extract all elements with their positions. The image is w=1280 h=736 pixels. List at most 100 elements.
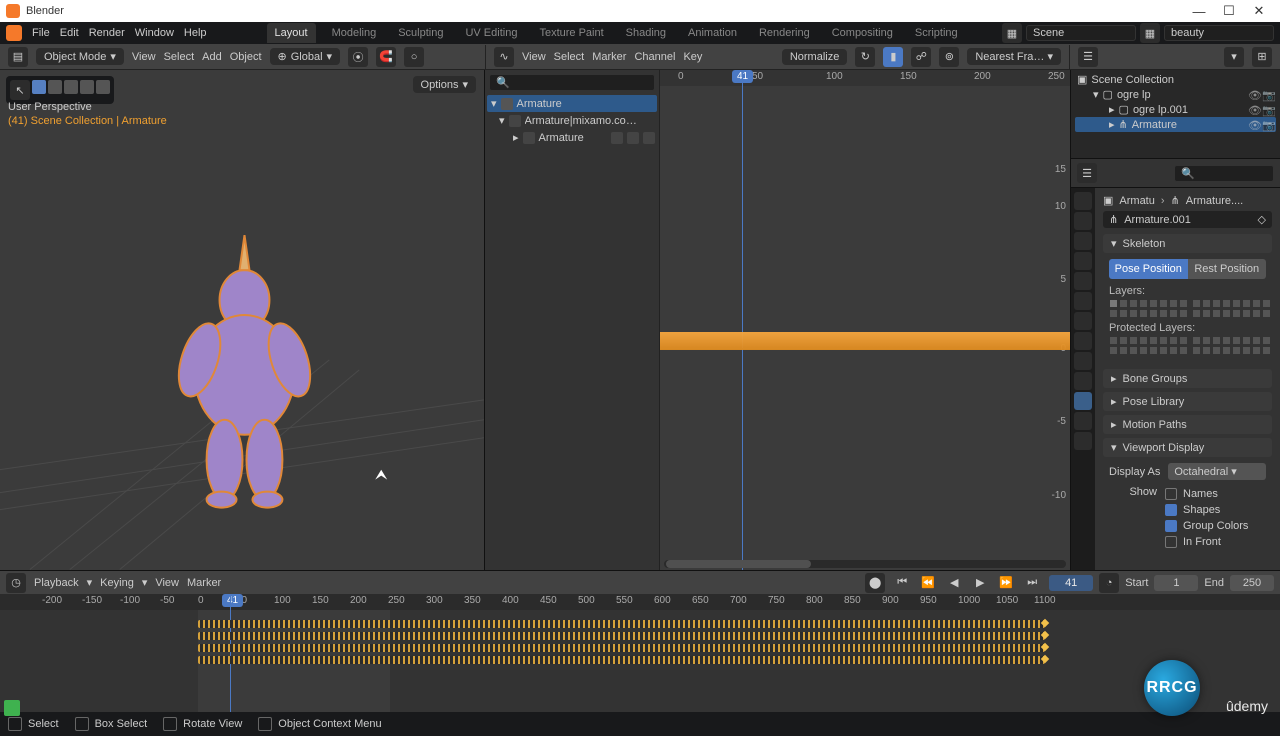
skeleton-panel-header[interactable]: ▾ Skeleton [1103, 234, 1272, 253]
editor-type-timeline-icon[interactable]: ◷ [6, 573, 26, 593]
timeline-ruler[interactable]: -200 -150 -100 -50 0 50 100 150 200 250 … [0, 594, 1280, 610]
key-track[interactable] [198, 632, 1045, 640]
menu-help[interactable]: Help [184, 27, 207, 39]
camera-icon[interactable]: 📷 [1262, 104, 1274, 116]
lock-icon[interactable] [627, 132, 639, 144]
current-frame-field[interactable]: 41 [1049, 575, 1093, 591]
pose-position-button[interactable]: Pose Position [1109, 259, 1188, 279]
new-collection-icon[interactable]: ⊞ [1252, 47, 1272, 67]
tl-view-menu[interactable]: View [155, 577, 179, 589]
bone-tab-icon[interactable] [1074, 412, 1092, 430]
snap-graph-icon[interactable]: ☍ [911, 47, 931, 67]
armature-data-tab-icon[interactable] [1074, 392, 1092, 410]
scene-browse-icon[interactable]: ▦ [1002, 23, 1022, 43]
refresh-icon[interactable]: ↻ [855, 47, 875, 67]
jump-end-icon[interactable]: ⏭ [1023, 574, 1041, 592]
fcurve-strip[interactable] [660, 332, 1070, 350]
world-tab-icon[interactable] [1074, 272, 1092, 290]
motion-paths-panel-header[interactable]: ▸ Motion Paths [1103, 415, 1272, 434]
play-icon[interactable]: ▶ [971, 574, 989, 592]
viewport-display-panel-header[interactable]: ▾ Viewport Display [1103, 438, 1272, 457]
pose-library-panel-header[interactable]: ▸ Pose Library [1103, 392, 1272, 411]
minimize-button[interactable]: — [1184, 4, 1214, 19]
start-frame-field[interactable]: 1 [1154, 575, 1198, 591]
workspace-tab[interactable]: Shading [620, 27, 672, 39]
outliner-row-armature[interactable]: ▸ ⋔ Armature 👁📷 [1075, 117, 1276, 132]
bone-groups-panel-header[interactable]: ▸ Bone Groups [1103, 369, 1272, 388]
3d-viewport[interactable]: ↖ Options ▾ User Perspective (41) Scene … [0, 70, 485, 570]
properties-search-input[interactable]: 🔍 [1174, 165, 1274, 182]
outliner-row[interactable]: ▸ ▢ ogre lp.001 👁📷 [1075, 102, 1276, 117]
workspace-tab[interactable]: Modeling [326, 27, 383, 39]
graph-h-scrollbar[interactable] [664, 560, 1066, 568]
tl-marker-menu[interactable]: Marker [187, 577, 221, 589]
ds-channel-menu[interactable]: Channel [634, 51, 675, 63]
workspace-tab[interactable]: Animation [682, 27, 743, 39]
outliner-row[interactable]: ▾ ▢ ogre lp 👁📷 [1075, 87, 1276, 102]
viewlayer-tab-icon[interactable] [1074, 232, 1092, 250]
modifier-tab-icon[interactable] [1074, 312, 1092, 330]
constraint-tab-icon[interactable] [1074, 372, 1092, 390]
eye-icon[interactable]: 👁 [1248, 89, 1260, 101]
menu-window[interactable]: Window [135, 27, 174, 39]
physics-tab-icon[interactable] [1074, 352, 1092, 370]
ds-view-menu[interactable]: View [522, 51, 546, 63]
select-menu[interactable]: Select [164, 51, 195, 63]
key-track[interactable] [198, 644, 1045, 652]
material-tab-icon[interactable] [1074, 432, 1092, 450]
workspace-tab[interactable]: Texture Paint [533, 27, 609, 39]
camera-icon[interactable]: 📷 [1262, 89, 1274, 101]
editor-type-3dview-icon[interactable]: ▤ [8, 47, 28, 67]
filter-icon[interactable]: ▾ [1224, 47, 1244, 67]
mode-dropdown[interactable]: Object Mode ▾ [36, 48, 124, 65]
outliner-row-scene-collection[interactable]: ▣ Scene Collection [1075, 72, 1276, 87]
workspace-tab[interactable]: Scripting [909, 27, 964, 39]
snap-icon[interactable]: 🧲 [376, 47, 396, 67]
camera-icon[interactable]: 📷 [1262, 119, 1274, 131]
prev-key-icon[interactable]: ⏪ [919, 574, 937, 592]
play-reverse-icon[interactable]: ◀ [945, 574, 963, 592]
names-checkbox[interactable]: Names [1165, 488, 1248, 500]
add-menu[interactable]: Add [202, 51, 222, 63]
channel-tree[interactable]: 🔍 ▾ Armature ▾ Armature|mixamo.com|Layer… [485, 70, 660, 570]
channel-search-input[interactable]: 🔍 [489, 74, 655, 91]
workspace-tab[interactable]: Rendering [753, 27, 816, 39]
menu-edit[interactable]: Edit [60, 27, 79, 39]
group-colors-checkbox[interactable]: Group Colors [1165, 520, 1248, 532]
maximize-button[interactable]: ☐ [1214, 3, 1244, 19]
cursor-tool-icon[interactable]: ▮ [883, 47, 903, 67]
viewlayer-browse-icon[interactable]: ▦ [1140, 23, 1160, 43]
jump-start-icon[interactable]: ⏮ [893, 574, 911, 592]
shield-icon[interactable]: ◇ [1258, 213, 1266, 226]
workspace-tab[interactable]: Sculpting [392, 27, 449, 39]
object-tab-icon[interactable] [1074, 292, 1092, 310]
workspace-tab-layout[interactable]: Layout [267, 23, 316, 43]
graph-frame-ruler[interactable]: 0 50 100 150 200 250 [660, 70, 1070, 86]
channel-row-action[interactable]: ▾ Armature|mixamo.com|Layer0.0 [485, 112, 659, 129]
pivot-icon[interactable]: ⦿ [348, 47, 368, 67]
wrench-icon[interactable] [611, 132, 623, 144]
view-menu[interactable]: View [132, 51, 156, 63]
timeline[interactable]: -200 -150 -100 -50 0 50 100 150 200 250 … [0, 594, 1280, 712]
key-track[interactable] [198, 620, 1045, 628]
keying-menu[interactable]: Keying [100, 577, 134, 589]
nearest-frame-dropdown[interactable]: Nearest Fra… ▾ [967, 48, 1061, 65]
render-tab-icon[interactable] [1074, 192, 1092, 210]
editor-type-properties-icon[interactable]: ☰ [1077, 163, 1097, 183]
proportional-graph-icon[interactable]: ⊚ [939, 47, 959, 67]
particle-tab-icon[interactable] [1074, 332, 1092, 350]
eye-icon[interactable]: 👁 [1248, 104, 1260, 116]
mute-icon[interactable] [643, 132, 655, 144]
playback-menu[interactable]: Playback [34, 577, 79, 589]
timeline-cursor-badge[interactable]: 41 [222, 594, 243, 607]
editor-type-graph-icon[interactable]: ∿ [494, 47, 514, 67]
frame-cursor-line[interactable] [742, 70, 743, 570]
key-track[interactable] [198, 656, 1045, 664]
in-front-checkbox[interactable]: In Front [1165, 536, 1248, 548]
ds-marker-menu[interactable]: Marker [592, 51, 626, 63]
ds-key-menu[interactable]: Key [683, 51, 702, 63]
proportional-icon[interactable]: ○ [404, 47, 424, 67]
end-frame-field[interactable]: 250 [1230, 575, 1274, 591]
menu-render[interactable]: Render [89, 27, 125, 39]
menu-file[interactable]: File [32, 27, 50, 39]
